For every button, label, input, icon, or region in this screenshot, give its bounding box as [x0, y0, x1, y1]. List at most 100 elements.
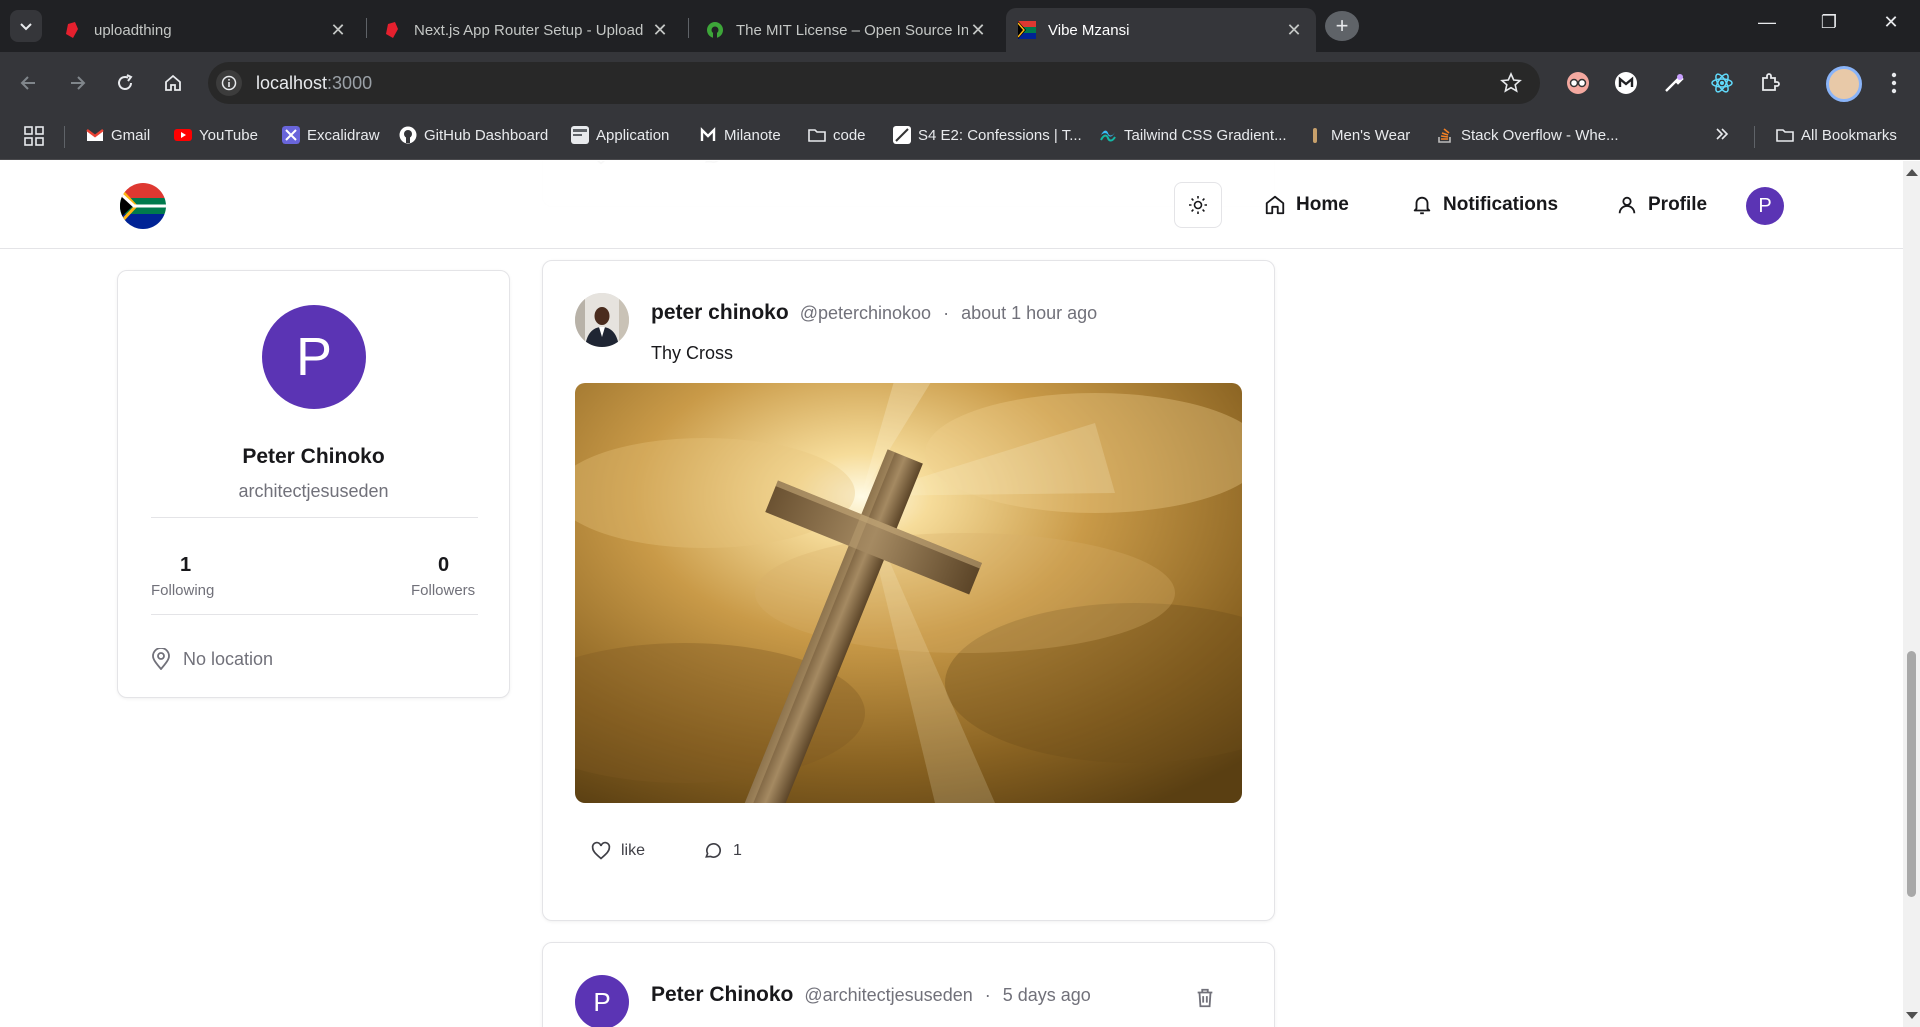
- bookmark-mens-wear[interactable]: Men's Wear: [1306, 126, 1410, 144]
- close-tab-icon[interactable]: ✕: [328, 20, 348, 41]
- bookmark-github[interactable]: GitHub Dashboard: [399, 126, 548, 144]
- apps-grid-icon[interactable]: [24, 126, 44, 146]
- arrow-right-icon: [71, 76, 86, 90]
- bookmark-youtube[interactable]: YouTube: [174, 126, 258, 144]
- post-timestamp: 5 days ago: [1002, 985, 1091, 1005]
- site-info-icon[interactable]: [216, 70, 242, 96]
- github-icon: [399, 126, 417, 144]
- comment-button[interactable]: 1: [703, 841, 742, 861]
- extensions-puzzle-icon[interactable]: [1756, 69, 1784, 97]
- tab-vibe-mzansi[interactable]: Vibe Mzansi ✕: [1006, 8, 1316, 52]
- extension-metamask-icon[interactable]: [1612, 69, 1640, 97]
- profile-name[interactable]: Peter Chinoko: [118, 445, 509, 469]
- arrow-left-icon: [20, 76, 35, 90]
- page-scrollbar[interactable]: [1903, 161, 1920, 1027]
- bookmark-excalidraw[interactable]: Excalidraw: [282, 126, 380, 144]
- url-text: localhost:3000: [256, 72, 373, 93]
- close-tab-icon[interactable]: ✕: [968, 20, 988, 41]
- post-header: Peter Chinoko @architectjesuseden · 5 da…: [651, 983, 1091, 1007]
- profile-location: No location: [151, 648, 273, 670]
- extension-react-devtools-icon[interactable]: [1708, 69, 1736, 97]
- browser-menu-icon[interactable]: [1880, 69, 1908, 97]
- meta-separator: ·: [943, 303, 950, 323]
- close-tab-icon[interactable]: ✕: [1284, 20, 1304, 41]
- more-bookmarks-chevron-icon[interactable]: [1714, 126, 1730, 142]
- osi-icon: [707, 22, 723, 39]
- bookmark-stackoverflow[interactable]: Stack Overflow - Whe...: [1436, 126, 1619, 144]
- tab-mit-license[interactable]: The MIT License – Open Source In ✕: [694, 8, 1000, 52]
- address-bar[interactable]: localhost:3000: [208, 62, 1540, 104]
- bookmark-folder-code[interactable]: code: [808, 126, 866, 144]
- forward-button[interactable]: [62, 68, 92, 98]
- scroll-down-arrow-icon[interactable]: [1906, 1012, 1918, 1019]
- bookmark-application[interactable]: Application: [571, 126, 669, 144]
- tab-nextjs-setup[interactable]: Next.js App Router Setup - Upload ✕: [372, 8, 682, 52]
- post-author-name[interactable]: peter chinoko: [651, 301, 789, 325]
- extension-glasses-icon[interactable]: [1564, 69, 1592, 97]
- nav-home-link[interactable]: Home: [1264, 194, 1349, 216]
- map-pin-icon: [152, 648, 170, 670]
- profile-sidebar-card: P Peter Chinoko architectjesuseden 1 Fol…: [117, 270, 510, 698]
- bookmarks-bar: Gmail YouTube Excalidraw GitHub Dashboar…: [0, 114, 1920, 160]
- post-image-cross[interactable]: [575, 383, 1242, 803]
- tab-uploadthing[interactable]: uploadthing ✕: [52, 8, 360, 52]
- browser-profile-avatar[interactable]: [1826, 66, 1862, 102]
- bookmark-milanote[interactable]: Milanote: [699, 126, 781, 144]
- following-label: Following: [151, 582, 215, 599]
- user-avatar-button[interactable]: P: [1746, 187, 1784, 225]
- uploadthing-icon: [386, 22, 398, 38]
- close-tab-icon[interactable]: ✕: [650, 20, 670, 41]
- followers-count: 0: [438, 554, 450, 576]
- bookmark-gmail[interactable]: Gmail: [86, 126, 150, 144]
- post-content: Thy Cross: [651, 343, 734, 363]
- delete-post-icon[interactable]: [1194, 987, 1216, 1009]
- post-author-avatar[interactable]: P: [575, 975, 629, 1027]
- application-icon: [571, 126, 589, 144]
- post-timestamp: about 1 hour ago: [961, 303, 1098, 323]
- scroll-up-arrow-icon[interactable]: [1906, 169, 1918, 176]
- restore-window-icon[interactable]: ❐: [1814, 12, 1844, 33]
- browser-toolbar: localhost:3000: [0, 52, 1920, 114]
- divider: [151, 614, 478, 615]
- profile-avatar[interactable]: P: [262, 305, 366, 409]
- post-card: P Peter Chinoko @architectjesuseden · 5 …: [542, 942, 1275, 1027]
- home-icon: [165, 74, 181, 91]
- extension-picker-icon[interactable]: [1660, 69, 1688, 97]
- theme-toggle-button[interactable]: [1174, 182, 1222, 228]
- home-button[interactable]: [158, 68, 188, 98]
- all-bookmarks-folder[interactable]: All Bookmarks: [1776, 126, 1897, 144]
- post-author-handle: @peterchinokoo: [799, 303, 932, 323]
- meta-separator: ·: [984, 985, 991, 1005]
- tailwind-icon: [1100, 130, 1116, 142]
- reload-icon: [118, 74, 133, 90]
- south-africa-flag-icon: [1018, 21, 1036, 39]
- milanote-icon: [700, 127, 716, 141]
- gmail-icon: [86, 129, 104, 141]
- new-tab-button[interactable]: +: [1325, 11, 1359, 41]
- back-button[interactable]: [14, 68, 44, 98]
- uploadthing-icon: [66, 22, 78, 38]
- close-window-icon[interactable]: ✕: [1876, 12, 1906, 33]
- post-author-handle: @architectjesuseden: [804, 985, 973, 1005]
- tab-search-button[interactable]: [10, 10, 42, 42]
- followers-label: Followers: [411, 582, 476, 599]
- post-card: peter chinoko @peterchinokoo · about 1 h…: [542, 260, 1275, 921]
- reload-button[interactable]: [110, 68, 140, 98]
- like-button[interactable]: like: [591, 841, 645, 861]
- post-author-avatar[interactable]: [575, 293, 629, 347]
- comment-icon: [705, 843, 721, 858]
- browser-tabstrip: uploadthing ✕ Next.js App Router Setup -…: [0, 0, 1920, 52]
- nav-profile-link[interactable]: Profile: [1616, 194, 1707, 216]
- folder-icon: [808, 129, 826, 142]
- minimize-window-icon[interactable]: —: [1752, 12, 1782, 33]
- scrollbar-thumb[interactable]: [1907, 651, 1916, 897]
- bookmark-confessions[interactable]: S4 E2: Confessions | T...: [893, 126, 1082, 144]
- bookmark-tailwind[interactable]: Tailwind CSS Gradient...: [1099, 126, 1287, 144]
- mens-wear-icon: [1313, 128, 1317, 143]
- site-navbar: Home Notifications Profile P: [0, 161, 1903, 249]
- post-author-name[interactable]: Peter Chinoko: [651, 983, 793, 1007]
- chevron-down-icon: [20, 23, 32, 31]
- nav-notifications-link[interactable]: Notifications: [1411, 194, 1558, 216]
- bookmark-star-icon[interactable]: [1500, 72, 1522, 94]
- south-africa-flag-logo[interactable]: [120, 183, 166, 229]
